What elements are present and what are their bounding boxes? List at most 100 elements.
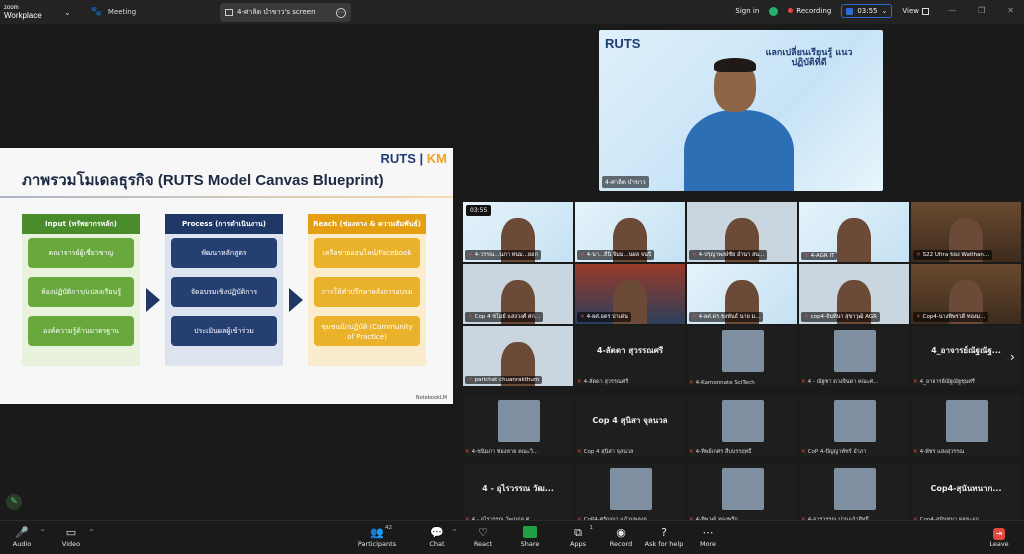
participant-name: ✕ 4-ชนิมภา ช่องหาย คณะวิ... [465, 448, 538, 456]
next-page-icon[interactable]: › [1010, 350, 1015, 364]
participant-name-text: 4-Kamonnate SciTech [695, 380, 755, 386]
reach-column-head: Reach (ช่องทาง & ความสัมพันธ์) [308, 214, 426, 234]
participant-tile[interactable]: Cop 4 สุนิสา จุลนวล ✕ Cop 4 สุนิสา จุลนวล [575, 396, 685, 456]
chevron-down-icon[interactable]: ⌄ [64, 8, 71, 17]
shield-icon[interactable] [769, 6, 779, 16]
participant-tile[interactable]: 4-ลัดดา สุวรรณศรี ✕ 4-ลัดดา สุวรรณศรี [575, 326, 685, 386]
participant-tile[interactable]: ✕ cop4-จันทินา สุขาวุฒิ AGR [799, 264, 909, 324]
participant-tile[interactable]: ✕ 4-ทิพย์เกศร สืบบรรฤทธิ์ [687, 396, 797, 456]
share-button[interactable]: Share [505, 526, 555, 548]
mic-muted-icon: ✕ [801, 449, 806, 455]
share-label: Share [520, 540, 540, 548]
participant-tile[interactable]: 4 - อุไรวรรณ วัฒ...✕4 - อุไรวรรณ วัฒนกุล… [463, 464, 573, 524]
participant-tile[interactable]: ✕ 4 - ณัฐชา ดวงจินดา คณะศ... [799, 326, 909, 386]
participant-tile[interactable]: ✕ 4-ปรุญาพงษ์ชัย อำนา สน... [687, 202, 797, 262]
view-button[interactable]: View [902, 7, 929, 15]
participant-name: ✕ 4-ทิพย์เกศร สืบบรรฤทธิ์ [689, 448, 752, 456]
participant-tile[interactable]: ✕ 4-Kamonnate SciTech [687, 326, 797, 386]
tile-timer: 03:55 [466, 205, 492, 216]
participant-tile[interactable]: ✕CoP4-ศรัญญา แก้วมพลงอ [575, 464, 685, 524]
participant-name-text: 4-วรรณ...นภา หนม...ยอก [474, 252, 538, 258]
mic-muted-icon: ✕ [692, 252, 697, 258]
participant-tile[interactable]: ✕4-จารุวรรณ ปานแก้วสิทธิ์ [799, 464, 909, 524]
minimize-icon[interactable]: — [948, 6, 956, 15]
share-screen-icon [505, 526, 555, 540]
chevron-up-icon[interactable]: ^ [452, 529, 457, 536]
participant-tile[interactable]: ✕ 4-นา...ถีนิ จิมม...นผล จนปี [575, 202, 685, 262]
view-label: View [902, 7, 919, 15]
participant-tile[interactable]: ✕ 4-AGR IT [799, 202, 909, 262]
more-options-icon[interactable]: ⋯ [336, 7, 346, 18]
participant-tile[interactable]: ✕ CoP 4-ปัญญาพัชร์ อำภา [799, 396, 909, 456]
participants-icon: 👥 [370, 526, 384, 539]
participant-tile[interactable]: ✕ 4-ผศ.อดร บ่าเด่น [575, 264, 685, 324]
screen-share-tab[interactable]: 4-ศาลิต บำขาว's screen ⋯ [220, 3, 351, 22]
participant-tile[interactable]: 03:55 ✕ 4-วรรณ...นภา หนม...ยอก [463, 202, 573, 262]
mic-muted-icon: ✕ [916, 252, 921, 258]
mic-muted-icon: ✕ [804, 314, 809, 320]
participant-name: ✕ Cop 4 ชไมย์ แสงวงศ์ ศก... [465, 312, 544, 322]
participant-tile[interactable]: ✕ Cop4-นางทิพรวดี ทองม... [911, 264, 1021, 324]
mic-muted-icon: ✕ [689, 380, 694, 386]
participant-name-text: 4-นา...ถีนิ จิมม...นผล จนปี [586, 252, 652, 258]
record-label: Record [609, 540, 633, 548]
participant-tile[interactable]: ✕4-ทิพวุฒิ ทองพรึก [687, 464, 797, 524]
chevron-up-icon[interactable]: ^ [89, 529, 94, 536]
input-item: องค์ความรู้ด้านมาตรฐาน [28, 316, 134, 346]
sign-in-link[interactable]: Sign in [735, 7, 759, 15]
chevron-up-icon[interactable]: ^ [40, 529, 45, 536]
mic-muted-icon: ✕ [689, 449, 694, 455]
chat-label: Chat [429, 540, 445, 548]
recording-indicator[interactable]: Recording [788, 7, 831, 15]
participant-name: ✕ 4-Kamonnate SciTech [689, 380, 755, 386]
avatar [946, 400, 988, 442]
audio-label: Audio [12, 540, 32, 548]
react-label: React [473, 540, 493, 548]
record-dot-icon [788, 8, 794, 13]
participant-name-text: S22 Ultra ของ Walthan... [922, 252, 990, 258]
participant-tile[interactable]: Cop4-สุนันทนาก...✕Cop4-สุนันทนา ผุลขะอก.… [911, 464, 1021, 524]
apps-label: Apps [569, 540, 587, 548]
leave-button[interactable]: ⇥ Leave [974, 526, 1024, 548]
help-label: Ask for help [644, 540, 684, 548]
leave-icon: ⇥ [974, 526, 1024, 540]
active-speaker-video[interactable]: RUTS แลกเปลี่ยนเรียนรู้ แนวปฏิบัติที่ดี … [599, 30, 883, 191]
participant-name: ✕ 4 - ณัฐชา ดวงจินดา คณะศ... [801, 378, 879, 386]
speaker-bg-logo: RUTS [605, 36, 641, 51]
participant-name: ✕ CoP 4-ปัญญาพัชร์ อำภา [801, 448, 866, 456]
mic-muted-icon: ✕ [913, 449, 918, 455]
more-button[interactable]: ⋯ More [683, 526, 733, 548]
participant-tile[interactable]: ✕ 4-ชนิมภา ช่องหาย คณะวิ... [463, 396, 573, 456]
participant-name: ✕ Cop 4 สุนิสา จุลนวล [577, 448, 633, 456]
participants-button[interactable]: 👥 42 Participants [352, 525, 402, 548]
participant-tile[interactable]: ✕ 4-ผศ.ดร.ชงพันธ์ นาย ม... [687, 264, 797, 324]
close-icon[interactable]: ✕ [1007, 6, 1014, 15]
slide-title: ภาพรวมโมเดลธุรกิจ (RUTS Model Canvas Blu… [22, 172, 384, 189]
participant-name-text: Cop 4 ชไมย์ แสงวงศ์ ศก... [474, 314, 541, 320]
maximize-icon[interactable]: ❐ [978, 6, 985, 15]
participant-display-name: Cop4-สุนันทนาก... [930, 484, 1002, 493]
participant-name-text: Cop 4 สุนิสา จุลนวล [583, 449, 634, 455]
reach-column: Reach (ช่องทาง & ความสัมพันธ์) เครือข่าย… [308, 214, 426, 366]
clock-icon [846, 7, 854, 15]
participant-display-name: 4-ลัดดา สุวรรณศรี [596, 346, 664, 355]
meeting-tab[interactable]: 🐾 Meeting [91, 7, 136, 17]
participant-name-text: 4-พัชร แสงสุวรรณ [919, 449, 965, 455]
participant-tile[interactable]: ✕ parichat chuanrakthum [463, 326, 573, 386]
mic-muted-icon: ✕ [468, 377, 473, 383]
participant-tile[interactable]: ✕ S22 Ultra ของ Walthan... [911, 202, 1021, 262]
participant-tile[interactable]: ✕ Cop 4 ชไมย์ แสงวงศ์ ศก... [463, 264, 573, 324]
ask-for-help-button[interactable]: ? Ask for help [639, 526, 689, 548]
logo-bottom-text: Workplace [4, 11, 42, 20]
react-button[interactable]: ♡ React [458, 526, 508, 548]
participant-tile[interactable]: ✕ 4-พัชร แสงสุวรรณ [911, 396, 1021, 456]
reach-item: ชุมชนนักปฏิบัติ (Community of Practice) [314, 316, 420, 346]
input-column-head: Input (ทรัพยากรหลัก) [22, 214, 140, 234]
participant-name-text: 4-ลัดดา สุวรรณศรี [583, 379, 629, 385]
meeting-timer[interactable]: 03:55 ⌄ [841, 4, 893, 18]
participant-name: ✕ 4-นา...ถีนิ จิมม...นผล จนปี [577, 250, 655, 260]
participant-tile[interactable]: 4_อาจารย์ณัฐณัฐ... ✕ 4_อาจารย์ณัฐณัฐชุมศรี [911, 326, 1021, 386]
speaker-figure [684, 50, 794, 191]
participant-name: ✕ 4-พัชร แสงสุวรรณ [913, 448, 964, 456]
annotate-icon[interactable]: ✎ [6, 494, 22, 510]
